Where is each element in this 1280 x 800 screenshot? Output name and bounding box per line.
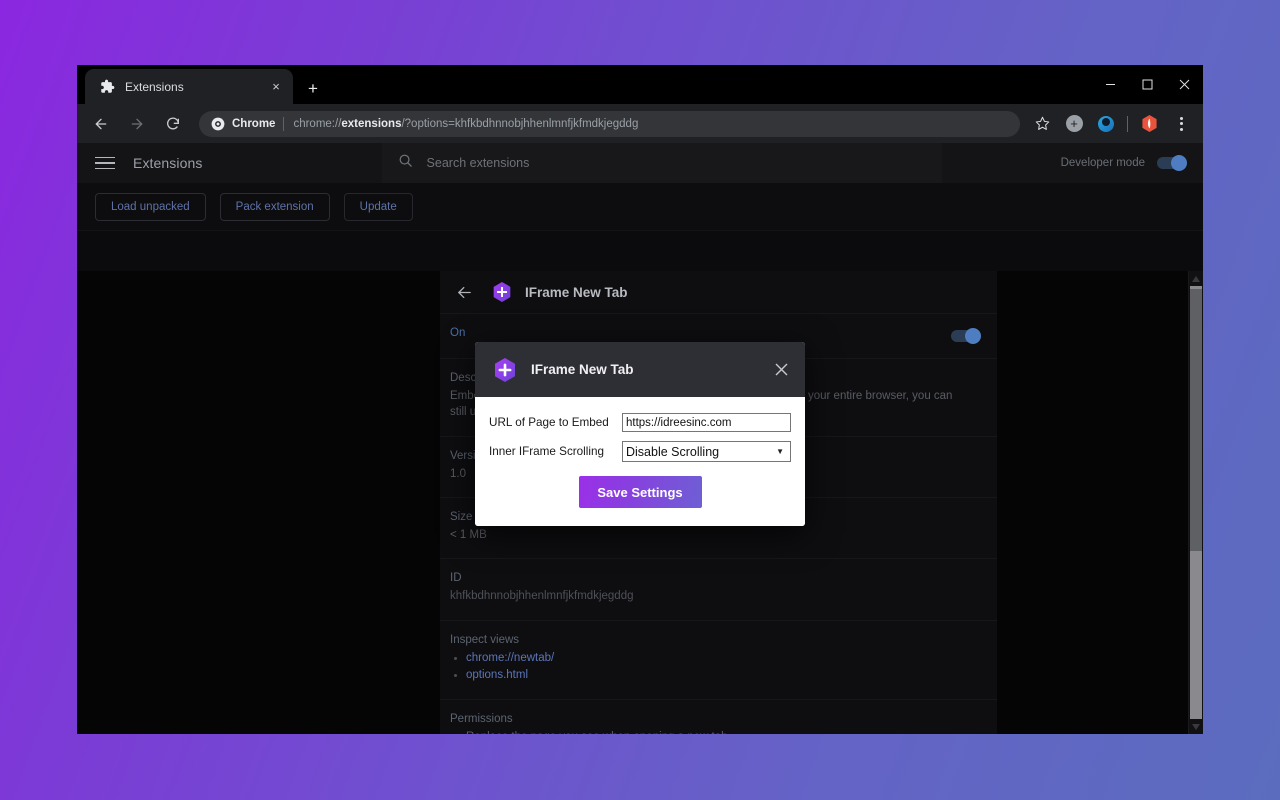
extension-options-modal: IFrame New Tab URL of Page to Embed Inne… (475, 342, 805, 526)
extensions-actions-bar: Load unpacked Pack extension Update (77, 183, 1203, 231)
update-button[interactable]: Update (343, 192, 413, 221)
scroll-down-arrow-icon[interactable] (1189, 719, 1203, 734)
chevron-down-icon: ▼ (776, 447, 784, 456)
extension-name: IFrame New Tab (525, 284, 628, 300)
id-value: khfkbdhnnobjhhenlmnfjkfmdkjegddg (450, 590, 634, 603)
avatar-glyph (1098, 115, 1114, 132)
maximize-icon[interactable] (1129, 65, 1166, 104)
toggle-knob (965, 328, 981, 344)
extension-hex-icon[interactable] (1136, 111, 1162, 137)
detail-back-icon[interactable] (452, 280, 476, 304)
scrolling-field-row: Inner IFrame Scrolling Disable Scrolling… (489, 441, 791, 462)
vertical-scrollbar[interactable] (1188, 271, 1203, 734)
developer-mode-control: Developer mode (1060, 155, 1187, 171)
inspect-views-list: chrome://newtab/ options.html (450, 650, 967, 685)
toolbar-divider (1127, 115, 1128, 132)
search-input[interactable]: Search extensions (381, 143, 942, 183)
extension-hex-plus-icon (493, 357, 517, 383)
url-field-label: URL of Page to Embed (489, 416, 609, 429)
permissions-list: Replace the page you see when opening a … (450, 729, 967, 734)
inspect-view-link[interactable]: chrome://newtab/ (466, 652, 554, 664)
search-container: Search extensions (272, 143, 1050, 183)
scroll-up-arrow-icon[interactable] (1189, 271, 1203, 286)
list-item[interactable]: options.html (450, 667, 967, 684)
omnibox-url: chrome://extensions/?options=khfkbdhnnob… (293, 118, 638, 130)
tab-title: Extensions (125, 79, 184, 94)
scrolling-select-value: Disable Scrolling (626, 444, 720, 459)
permissions-label: Permissions (450, 713, 513, 726)
puzzle-piece-icon (99, 79, 115, 95)
page-title: Extensions (133, 155, 203, 171)
pack-extension-button[interactable]: Pack extension (219, 192, 330, 221)
minimize-icon[interactable] (1092, 65, 1129, 104)
load-unpacked-button[interactable]: Load unpacked (95, 192, 206, 221)
search-placeholder: Search extensions (426, 156, 530, 170)
enabled-label: On (450, 327, 466, 339)
id-label: ID (450, 572, 462, 585)
bookmark-star-icon[interactable] (1029, 111, 1055, 137)
detail-header: IFrame New Tab (440, 271, 997, 313)
hamburger-icon[interactable] (95, 153, 115, 173)
omnibox-chip-label: Chrome (232, 117, 276, 130)
detail-id-section: ID khfkbdhnnobjhhenlmnfjkfmdkjegddg (440, 558, 997, 619)
search-icon (398, 153, 413, 173)
url-domain: extensions (341, 117, 402, 130)
plus-glyph: + (1065, 115, 1083, 132)
inspect-views-label: Inspect views (450, 633, 520, 646)
size-value: < 1 MB (450, 528, 487, 541)
url-field-row: URL of Page to Embed (489, 413, 791, 432)
forward-icon[interactable] (123, 110, 151, 138)
extension-hex-plus-icon (492, 281, 512, 303)
scrolling-field-label: Inner IFrame Scrolling (489, 445, 604, 458)
toggle-knob (1171, 155, 1187, 171)
close-icon[interactable] (771, 360, 791, 380)
kebab-dots (1179, 116, 1183, 131)
scrollbar-thumb[interactable] (1190, 289, 1202, 551)
tab-strip: Extensions × + (77, 65, 1203, 104)
list-item: Replace the page you see when opening a … (450, 729, 967, 734)
close-icon[interactable] (1166, 65, 1203, 104)
browser-tab[interactable]: Extensions × (85, 69, 293, 104)
developer-mode-toggle[interactable] (1157, 155, 1187, 171)
developer-mode-label: Developer mode (1060, 157, 1145, 169)
modal-body: URL of Page to Embed Inner IFrame Scroll… (475, 397, 805, 526)
reload-icon[interactable] (159, 110, 187, 138)
extensions-header: Extensions Search extensions Developer m… (77, 143, 1203, 183)
extension-add-icon[interactable]: + (1061, 111, 1087, 137)
chrome-logo-icon (211, 117, 225, 131)
list-item[interactable]: chrome://newtab/ (450, 650, 967, 667)
detail-permissions-section: Permissions Replace the page you see whe… (440, 699, 997, 734)
url-input[interactable] (622, 413, 791, 432)
detail-inspect-views-section: Inspect views chrome://newtab/ options.h… (440, 619, 997, 700)
scrolling-select[interactable]: Disable Scrolling ▼ (622, 441, 791, 462)
kebab-menu-icon[interactable] (1168, 111, 1194, 137)
inspect-view-link[interactable]: options.html (466, 669, 528, 681)
window-controls (1092, 65, 1203, 104)
modal-title: IFrame New Tab (531, 362, 634, 377)
modal-header: IFrame New Tab (475, 342, 805, 397)
url-suffix: /?options=khfkbdhnnobjhhenlmnfjkfmdkjegd… (401, 117, 639, 130)
omnibox-divider (283, 116, 285, 131)
browser-toolbar: Chrome chrome://extensions/?options=khfk… (77, 104, 1203, 143)
save-settings-button[interactable]: Save Settings (578, 476, 702, 508)
back-icon[interactable] (87, 110, 115, 138)
address-bar[interactable]: Chrome chrome://extensions/?options=khfk… (199, 110, 1020, 137)
tab-close-icon[interactable]: × (267, 78, 285, 96)
modal-footer: Save Settings (489, 476, 791, 508)
new-tab-button[interactable]: + (300, 75, 326, 101)
extension-enable-toggle[interactable] (951, 328, 981, 344)
profile-avatar-icon[interactable] (1093, 111, 1119, 137)
url-prefix: chrome:// (293, 117, 342, 130)
